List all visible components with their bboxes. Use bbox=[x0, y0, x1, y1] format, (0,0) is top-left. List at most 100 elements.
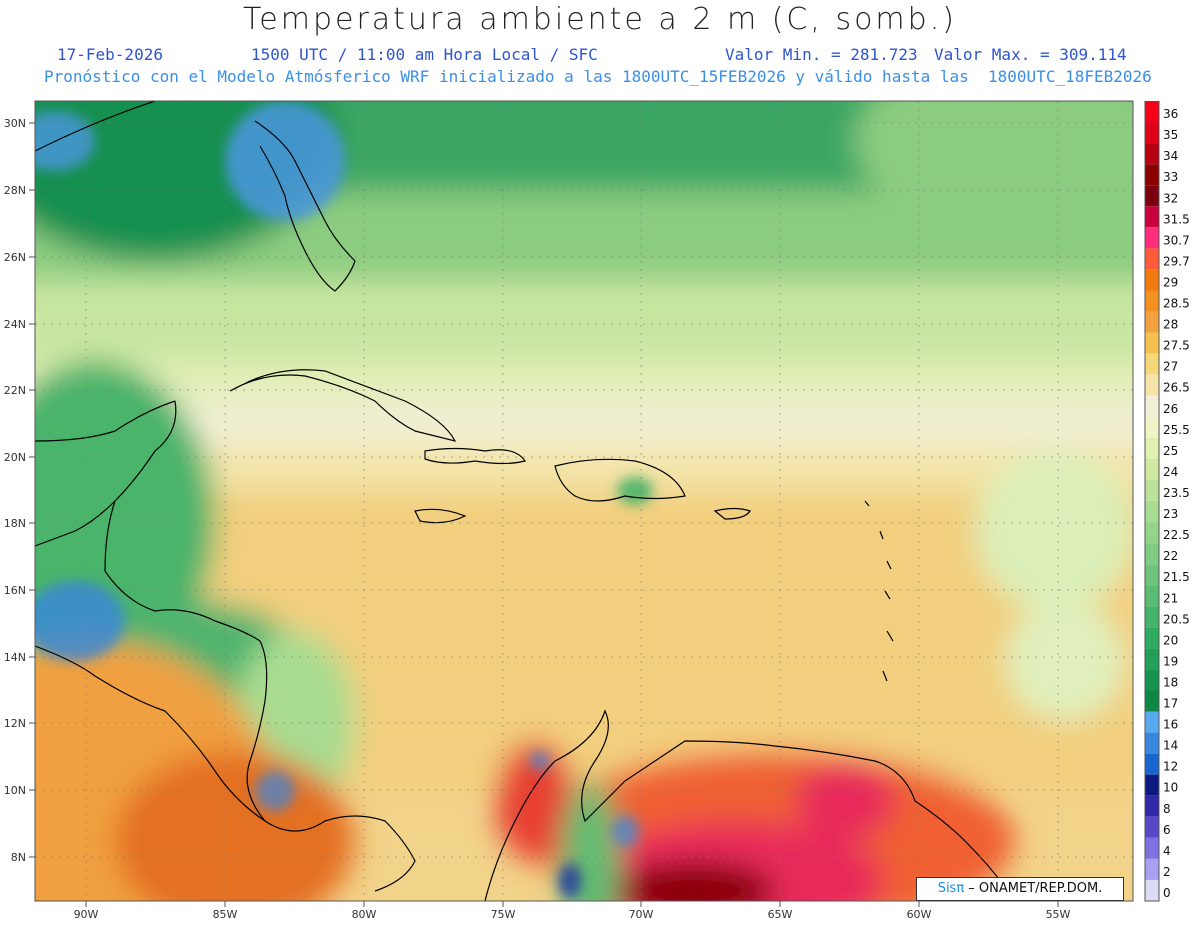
credit-box: Sisπ – ONAMET/REP.DOM. bbox=[916, 877, 1124, 901]
legend-label: 23.5 bbox=[1163, 486, 1190, 500]
legend-swatch bbox=[1145, 669, 1159, 691]
svg-text:75W: 75W bbox=[491, 908, 516, 921]
svg-text:26N: 26N bbox=[4, 251, 26, 264]
legend-label: 28.5 bbox=[1163, 297, 1190, 311]
legend-label: 29.7 bbox=[1163, 254, 1190, 268]
legend-label: 6 bbox=[1163, 823, 1171, 837]
brand-text: Sis bbox=[937, 881, 957, 896]
longitude-axis: 90W 85W 80W 75W 70W 65W 60W 55W bbox=[74, 901, 1071, 921]
color-legend: 363534333231.530.729.72928.52827.52726.5… bbox=[1144, 101, 1190, 902]
lat-tick-24N: 24N bbox=[4, 318, 35, 331]
legend-label: 2 bbox=[1163, 865, 1171, 879]
legend-label: 16 bbox=[1163, 718, 1178, 732]
legend-swatch bbox=[1145, 248, 1159, 270]
lat-tick-22N: 22N bbox=[4, 384, 35, 397]
lat-tick-14N: 14N bbox=[4, 651, 35, 664]
legend-label: 20 bbox=[1163, 633, 1178, 647]
legend-swatch bbox=[1145, 501, 1159, 523]
legend-swatch bbox=[1145, 290, 1159, 312]
legend-swatch bbox=[1145, 606, 1159, 628]
legend-swatch bbox=[1145, 374, 1159, 396]
legend-swatch bbox=[1145, 648, 1159, 670]
lon-tick-85W: 85W bbox=[213, 901, 238, 921]
lat-tick-26N: 26N bbox=[4, 251, 35, 264]
lon-tick-75W: 75W bbox=[491, 901, 516, 921]
legend-label: 34 bbox=[1163, 149, 1178, 163]
svg-text:85W: 85W bbox=[213, 908, 238, 921]
legend-swatch bbox=[1145, 690, 1159, 712]
latitude-axis: 30N 28N 26N 24N 22N 20N 18N 16N 14N 12N … bbox=[4, 117, 35, 864]
legend-label: 21.5 bbox=[1163, 570, 1190, 584]
svg-text:24N: 24N bbox=[4, 318, 26, 331]
svg-text:22N: 22N bbox=[4, 384, 26, 397]
legend-label: 30.7 bbox=[1163, 233, 1190, 247]
legend-label: 32 bbox=[1163, 191, 1178, 205]
legend-label: 27.5 bbox=[1163, 339, 1190, 353]
legend-swatch bbox=[1145, 437, 1159, 459]
svg-text:70W: 70W bbox=[629, 908, 654, 921]
legend-label: 10 bbox=[1163, 781, 1178, 795]
legend-label: 21 bbox=[1163, 591, 1178, 605]
svg-text:90W: 90W bbox=[74, 908, 99, 921]
legend-swatch bbox=[1145, 753, 1159, 775]
legend-swatch bbox=[1145, 837, 1159, 859]
legend-swatch bbox=[1145, 122, 1159, 144]
legend-swatch bbox=[1145, 353, 1159, 375]
credit-text: – ONAMET/REP.DOM. bbox=[964, 881, 1103, 896]
legend-label: 22.5 bbox=[1163, 528, 1190, 542]
legend-swatch bbox=[1145, 101, 1159, 123]
lat-tick-10N: 10N bbox=[4, 784, 35, 797]
lon-tick-90W: 90W bbox=[74, 901, 99, 921]
lon-tick-80W: 80W bbox=[352, 901, 377, 921]
pi-symbol: π bbox=[956, 881, 965, 896]
legend-label: 24 bbox=[1163, 465, 1178, 479]
legend-label: 28 bbox=[1163, 318, 1178, 332]
legend-swatch bbox=[1145, 585, 1159, 607]
legend-label: 33 bbox=[1163, 170, 1178, 184]
svg-text:20N: 20N bbox=[4, 451, 26, 464]
legend-swatch bbox=[1145, 458, 1159, 480]
legend-label: 25.5 bbox=[1163, 423, 1190, 437]
lon-tick-70W: 70W bbox=[629, 901, 654, 921]
legend-swatch bbox=[1145, 858, 1159, 880]
legend-label: 20.5 bbox=[1163, 612, 1190, 626]
lat-tick-16N: 16N bbox=[4, 584, 35, 597]
lat-tick-30N: 30N bbox=[4, 117, 35, 130]
legend-swatch bbox=[1145, 332, 1159, 354]
legend-label: 29 bbox=[1163, 275, 1178, 289]
lat-tick-18N: 18N bbox=[4, 517, 35, 530]
legend-label: 8 bbox=[1163, 802, 1171, 816]
legend-swatch bbox=[1145, 543, 1159, 565]
legend-label: 26 bbox=[1163, 402, 1178, 416]
legend-swatch bbox=[1145, 522, 1159, 544]
legend-label: 22 bbox=[1163, 549, 1178, 563]
legend-label: 18 bbox=[1163, 675, 1178, 689]
svg-text:10N: 10N bbox=[4, 784, 26, 797]
legend-label: 4 bbox=[1163, 844, 1171, 858]
svg-text:65W: 65W bbox=[768, 908, 793, 921]
map-frame: 30N 28N 26N 24N 22N 20N 18N 16N 14N 12N … bbox=[4, 100, 1134, 921]
legend-label: 26.5 bbox=[1163, 381, 1190, 395]
legend-swatch bbox=[1145, 711, 1159, 733]
lon-tick-60W: 60W bbox=[907, 901, 932, 921]
lat-tick-28N: 28N bbox=[4, 184, 35, 197]
legend-swatch bbox=[1145, 164, 1159, 186]
legend-label: 27 bbox=[1163, 360, 1178, 374]
legend-swatch bbox=[1145, 227, 1159, 249]
legend-label: 17 bbox=[1163, 697, 1178, 711]
legend-label: 25 bbox=[1163, 444, 1178, 458]
legend-swatch bbox=[1145, 732, 1159, 754]
legend-swatch bbox=[1145, 627, 1159, 649]
lat-tick-12N: 12N bbox=[4, 717, 35, 730]
lon-tick-55W: 55W bbox=[1046, 901, 1071, 921]
svg-text:16N: 16N bbox=[4, 584, 26, 597]
svg-text:28N: 28N bbox=[4, 184, 26, 197]
legend-swatch bbox=[1145, 879, 1159, 901]
svg-text:55W: 55W bbox=[1046, 908, 1071, 921]
legend-label: 19 bbox=[1163, 654, 1178, 668]
legend-swatch bbox=[1145, 143, 1159, 165]
legend-swatch bbox=[1145, 185, 1159, 207]
legend-label: 0 bbox=[1163, 886, 1171, 900]
legend-label: 23 bbox=[1163, 507, 1178, 521]
svg-text:30N: 30N bbox=[4, 117, 26, 130]
